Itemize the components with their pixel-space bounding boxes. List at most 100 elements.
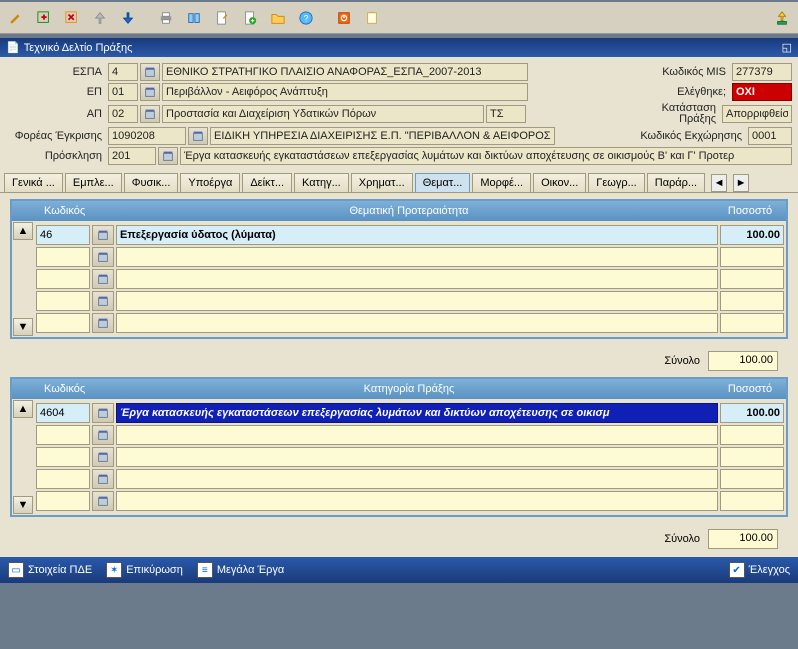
row-pct-input[interactable] (720, 447, 784, 467)
row-desc-input[interactable] (116, 247, 718, 267)
row-code-input[interactable] (36, 469, 90, 489)
bottom-elegxos-button[interactable]: ✔Έλεγχος (729, 562, 790, 578)
folder-icon[interactable] (266, 6, 290, 30)
tab-xrimat[interactable]: Χρηματ... (351, 173, 413, 192)
foreas-code[interactable] (108, 127, 186, 145)
foreas-lookup-icon[interactable] (188, 127, 208, 145)
row-pct-input[interactable] (720, 247, 784, 267)
prosklisi-code[interactable] (108, 147, 156, 165)
grid-a-scroll-up-icon[interactable]: ▲ (13, 222, 33, 240)
doc-plus-icon[interactable] (238, 6, 262, 30)
row-lookup-icon[interactable] (92, 225, 114, 245)
tab-ypoerga[interactable]: Υποέργα (180, 173, 240, 192)
bottom-pde-button[interactable]: ▭Στοιχεία ΠΔΕ (8, 562, 92, 578)
tab-parar[interactable]: Παράρ... (647, 173, 705, 192)
row-desc-input[interactable] (116, 469, 718, 489)
grid-plus-icon[interactable] (32, 6, 56, 30)
exit-icon[interactable] (332, 6, 356, 30)
row-desc-input[interactable] (116, 447, 718, 467)
ep-code[interactable] (108, 83, 138, 101)
row-desc-input[interactable] (116, 225, 718, 245)
ep-lookup-icon[interactable] (140, 83, 160, 101)
foreas-desc[interactable] (210, 127, 555, 145)
mis-value[interactable] (732, 63, 792, 81)
grid-b-scroll-down-icon[interactable]: ▼ (13, 496, 33, 514)
pencil-icon[interactable] (4, 6, 28, 30)
row-code-input[interactable] (36, 291, 90, 311)
doc-edit-icon[interactable] (210, 6, 234, 30)
export-up-icon[interactable] (770, 6, 794, 30)
ap-desc[interactable] (162, 105, 484, 123)
row-desc-input[interactable] (116, 291, 718, 311)
row-pct-input[interactable] (720, 469, 784, 489)
tab-deikt[interactable]: Δείκτ... (242, 173, 292, 192)
grid-b-scroll-up-icon[interactable]: ▲ (13, 400, 33, 418)
tab-themat[interactable]: Θεματ... (415, 173, 471, 192)
printer-icon[interactable] (154, 6, 178, 30)
prosklisi-desc[interactable] (180, 147, 792, 165)
ap-lookup-icon[interactable] (140, 105, 160, 123)
row-pct-input[interactable] (720, 403, 784, 423)
bottom-epikyrosi-button[interactable]: ✶Επικύρωση (106, 562, 183, 578)
row-pct-input[interactable] (720, 291, 784, 311)
row-code-input[interactable] (36, 247, 90, 267)
tab-emple[interactable]: Εμπλε... (65, 173, 122, 192)
ep-desc[interactable] (162, 83, 528, 101)
row-desc-input[interactable] (116, 425, 718, 445)
tab-genika[interactable]: Γενικά ... (4, 173, 63, 192)
row-pct-input[interactable] (720, 269, 784, 289)
espa-code[interactable] (108, 63, 138, 81)
ekxorisi-value[interactable] (748, 127, 792, 145)
row-pct-input[interactable] (720, 491, 784, 511)
tab-geogr[interactable]: Γεωγρ... (588, 173, 644, 192)
espa-label: ΕΣΠΑ (6, 66, 106, 78)
grid-a-scroll-down-icon[interactable]: ▼ (13, 318, 33, 336)
tab-oikon[interactable]: Οικον... (533, 173, 586, 192)
katastasi-value[interactable] (722, 105, 792, 123)
row-pct-input[interactable] (720, 425, 784, 445)
row-desc-input[interactable] (116, 313, 718, 333)
bottom-megala-button[interactable]: ≡Μεγάλα Έργα (197, 562, 284, 578)
checked-value[interactable] (732, 83, 792, 101)
tab-katig[interactable]: Κατηγ... (294, 173, 349, 192)
help-icon[interactable]: ? (294, 6, 318, 30)
ap-ts[interactable] (486, 105, 526, 123)
row-desc-input[interactable] (116, 403, 718, 423)
grid-x-icon[interactable] (60, 6, 84, 30)
row-desc-input[interactable] (116, 269, 718, 289)
row-code-input[interactable] (36, 269, 90, 289)
row-code-input[interactable] (36, 225, 90, 245)
row-lookup-icon[interactable] (92, 291, 114, 311)
row-code-input[interactable] (36, 425, 90, 445)
row-lookup-icon[interactable] (92, 269, 114, 289)
tab-scroll-right-icon[interactable]: ► (733, 174, 749, 192)
espa-desc[interactable] (162, 63, 528, 81)
row-lookup-icon[interactable] (92, 491, 114, 511)
row-lookup-icon[interactable] (92, 469, 114, 489)
row-lookup-icon[interactable] (92, 403, 114, 423)
row-pct-input[interactable] (720, 225, 784, 245)
grid-thematic: Κωδικός Θεματική Προτεραιότητα Ποσοστό ▲… (10, 199, 788, 339)
arrow-up-icon[interactable] (88, 6, 112, 30)
maximize-icon[interactable]: ◱ (782, 41, 792, 54)
row-desc-input[interactable] (116, 491, 718, 511)
prosklisi-lookup-icon[interactable] (158, 147, 178, 165)
row-pct-input[interactable] (720, 313, 784, 333)
row-code-input[interactable] (36, 403, 90, 423)
ap-code[interactable] (108, 105, 138, 123)
book-icon[interactable] (182, 6, 206, 30)
row-code-input[interactable] (36, 491, 90, 511)
tab-fysik[interactable]: Φυσικ... (124, 173, 179, 192)
row-code-input[interactable] (36, 313, 90, 333)
row-lookup-icon[interactable] (92, 447, 114, 467)
row-lookup-icon[interactable] (92, 313, 114, 333)
tab-morfe[interactable]: Μορφέ... (472, 173, 531, 192)
row-lookup-icon[interactable] (92, 425, 114, 445)
table-row (36, 247, 784, 267)
row-lookup-icon[interactable] (92, 247, 114, 267)
row-code-input[interactable] (36, 447, 90, 467)
espa-lookup-icon[interactable] (140, 63, 160, 81)
notepad-icon[interactable] (360, 6, 384, 30)
arrow-down-icon[interactable] (116, 6, 140, 30)
tab-scroll-left-icon[interactable]: ◄ (711, 174, 727, 192)
